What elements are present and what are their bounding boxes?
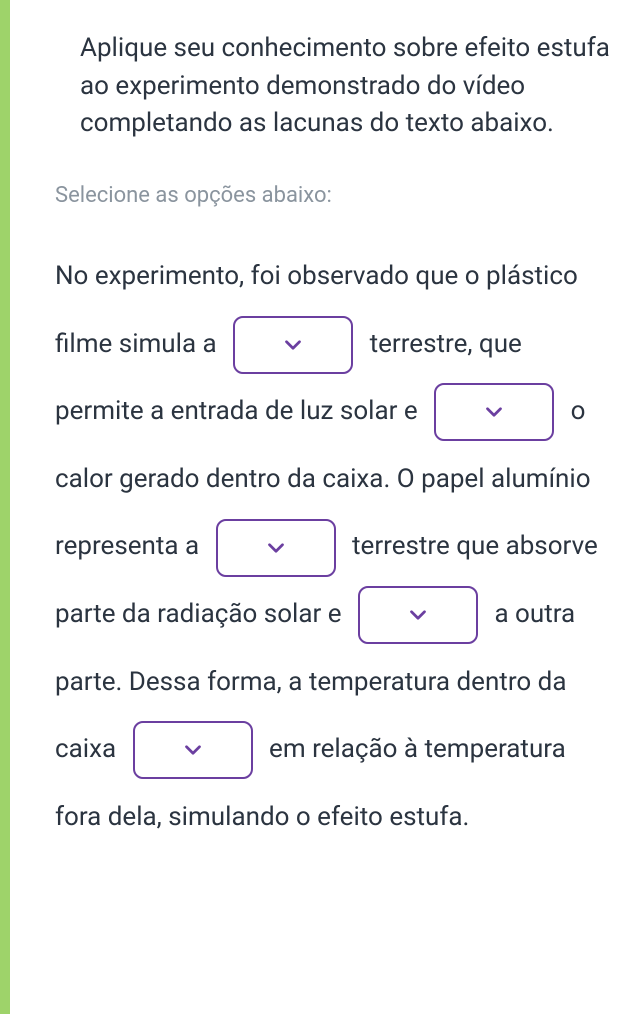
dropdown-blank-2[interactable] [434,383,554,441]
accent-bar [0,0,10,1014]
chevron-down-icon [405,602,431,628]
chevron-down-icon [263,535,289,561]
dropdown-blank-1[interactable] [233,316,353,374]
content-area: Aplique seu conhecimento sobre efeito es… [0,0,636,881]
dropdown-blank-4[interactable] [358,586,478,644]
dropdown-blank-3[interactable] [216,519,336,577]
question-prompt: Aplique seu conhecimento sobre efeito es… [30,30,616,143]
text-segment: em relação à temperatura fora dela, simu… [55,734,566,832]
chevron-down-icon [280,332,306,358]
fill-in-text: No experimento, foi observado que o plás… [30,243,616,851]
chevron-down-icon [481,399,507,425]
sub-instruction: Selecione as opções abaixo: [30,183,616,208]
chevron-down-icon [180,737,206,763]
dropdown-blank-5[interactable] [133,721,253,779]
